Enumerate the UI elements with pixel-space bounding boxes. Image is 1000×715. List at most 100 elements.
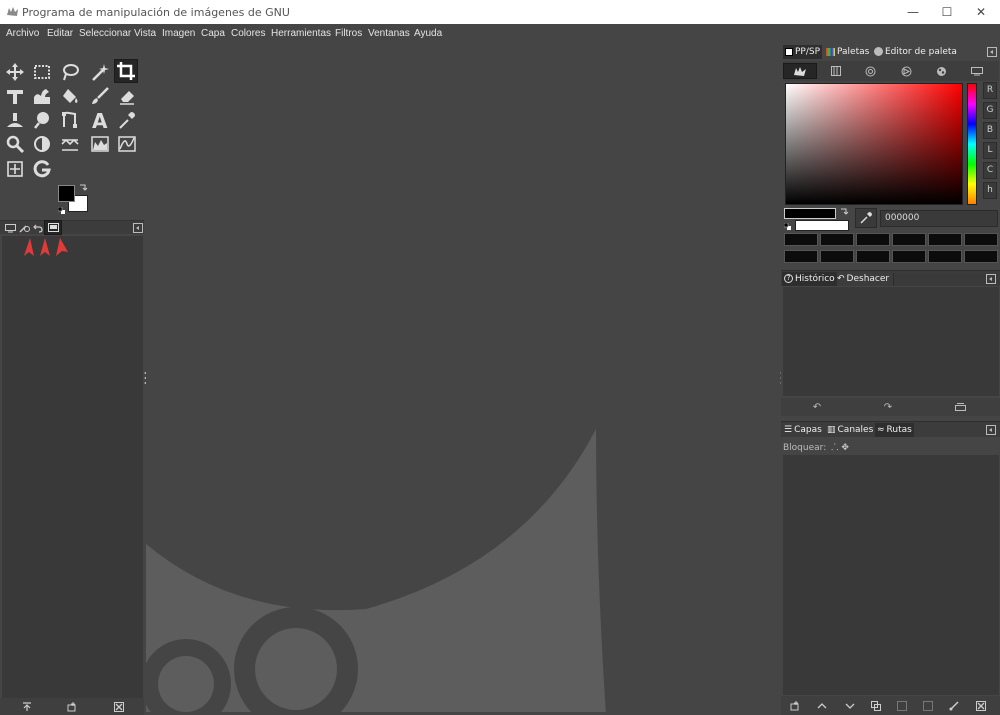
new-path-icon[interactable] [786,699,804,713]
layers-menu-icon[interactable] [982,423,1000,437]
clear-history-icon[interactable] [951,400,969,414]
undo-icon[interactable]: ↶ [808,400,826,414]
history-menu-icon[interactable] [982,272,1000,286]
raise-path-icon[interactable] [813,699,831,713]
eyedropper-icon[interactable] [855,208,877,228]
color-history-swatch[interactable] [820,233,854,246]
lock-position-icon[interactable]: ✥ [841,443,849,453]
channel-l-button[interactable]: L [983,142,997,159]
channel-r-button[interactable]: R [983,82,997,99]
delete-path-icon[interactable] [972,699,990,713]
wilber-selector-icon[interactable] [783,63,817,79]
lower-path-icon[interactable] [841,699,859,713]
right-dock-menu-icon[interactable] [983,45,1000,59]
watercolor-icon[interactable] [924,63,958,79]
menu-archivo[interactable]: Archivo [6,28,39,39]
tab-palette-editor[interactable]: Editor de paleta [872,45,959,59]
hue-slider[interactable] [967,83,977,205]
color-history-swatch[interactable] [928,250,962,263]
move-tool-icon[interactable] [3,60,27,84]
empty-canvas[interactable] [146,44,780,715]
color-history-swatch[interactable] [892,250,926,263]
channel-h-button[interactable]: h [983,182,997,199]
color-history-swatch[interactable] [856,250,890,263]
color-history-swatch[interactable] [820,250,854,263]
levels-tool-icon[interactable] [58,132,82,156]
rect-select-tool-icon[interactable] [30,60,54,84]
tab-layers[interactable]: ☰ Capas [782,423,824,437]
delete-image-icon[interactable] [110,700,128,714]
channel-b-button[interactable]: B [983,122,997,139]
color-history-swatch[interactable] [928,233,962,246]
triangle-icon[interactable] [889,63,923,79]
fuzzy-select-tool-icon[interactable] [88,60,112,84]
menu-editar[interactable]: Editar [47,28,73,39]
color-picker-tool-icon[interactable] [115,108,139,132]
menu-imagen[interactable]: Imagen [162,28,195,39]
gegl-tool-icon[interactable] [30,157,54,181]
stroke-path-icon[interactable] [945,699,963,713]
tab-histogram[interactable]: ? Histórico [782,272,837,286]
channel-g-button[interactable]: G [983,102,997,119]
lasso-tool-icon[interactable] [58,60,82,84]
color-history-swatch[interactable] [892,233,926,246]
foreground-color-swatch[interactable] [58,185,75,202]
tab-channels[interactable]: ▥ Canales [825,423,875,437]
new-display-icon[interactable] [63,700,81,714]
channel-c-button[interactable]: C [983,162,997,179]
crop-tool-icon[interactable] [114,59,138,83]
menu-seleccionar[interactable]: Seleccionar [79,28,131,39]
close-button[interactable]: ✕ [964,0,998,24]
tab-palettes[interactable]: Paletas [824,45,871,59]
menu-vista[interactable]: Vista [134,28,156,39]
hex-input[interactable]: 000000 [880,210,998,227]
curves-tool-icon[interactable] [115,132,139,156]
path-to-selection-icon[interactable] [893,699,911,713]
menu-herramientas[interactable]: Herramientas [271,28,331,39]
eraser-tool-icon[interactable] [115,84,139,108]
align-tool-icon[interactable] [3,157,27,181]
histogram-tool-icon[interactable] [88,132,112,156]
tab-undo[interactable]: ↶ Deshacer [835,272,891,286]
color-history-swatch[interactable] [964,233,998,246]
color-history-swatch[interactable] [784,250,818,263]
swap-colors-icon[interactable] [78,183,88,193]
lock-paths-icon[interactable]: ⸫ [831,443,838,453]
paths-tool-icon[interactable] [58,108,82,132]
color-history-swatch[interactable] [856,233,890,246]
raise-image-icon[interactable] [18,700,36,714]
images-tab-icon[interactable] [44,220,62,235]
smudge-tool-icon[interactable] [30,108,54,132]
paintbrush-tool-icon[interactable] [88,84,112,108]
cmyk-icon[interactable] [960,63,994,79]
color-history-swatch[interactable] [784,233,818,246]
left-dock-menu-icon[interactable] [129,221,147,235]
selection-to-path-icon[interactable] [919,699,937,713]
saturation-value-picker[interactable] [785,83,963,205]
menu-filtros[interactable]: Filtros [335,28,362,39]
zoom-tool-icon[interactable] [3,132,27,156]
fg-color-mini[interactable] [784,208,836,219]
scales-icon[interactable] [819,63,853,79]
duplicate-path-icon[interactable] [867,699,885,713]
redo-icon[interactable]: ↷ [879,400,897,414]
menu-colores[interactable]: Colores [231,28,265,39]
tab-paths[interactable]: ≈ Rutas [875,423,914,437]
default-colors-icon[interactable] [57,205,66,214]
maximize-button[interactable]: ☐ [930,0,964,24]
unified-transform-tool-icon[interactable] [3,84,27,108]
clone-tool-icon[interactable] [3,108,27,132]
bucket-fill-tool-icon[interactable] [58,84,82,108]
menu-capa[interactable]: Capa [201,28,225,39]
default-mini-icon[interactable] [783,221,792,230]
bg-color-mini[interactable] [795,220,849,231]
color-history-swatch[interactable] [964,250,998,263]
menu-ventanas[interactable]: Ventanas [368,28,410,39]
warp-transform-tool-icon[interactable] [30,84,54,108]
text-tool-icon[interactable]: A [88,108,112,132]
tab-fg-bg-color[interactable]: PP/SP [783,45,823,59]
minimize-button[interactable]: — [896,0,930,24]
menu-ayuda[interactable]: Ayuda [414,28,442,39]
swap-mini-icon[interactable] [839,207,849,217]
wheel-icon[interactable] [853,63,887,79]
